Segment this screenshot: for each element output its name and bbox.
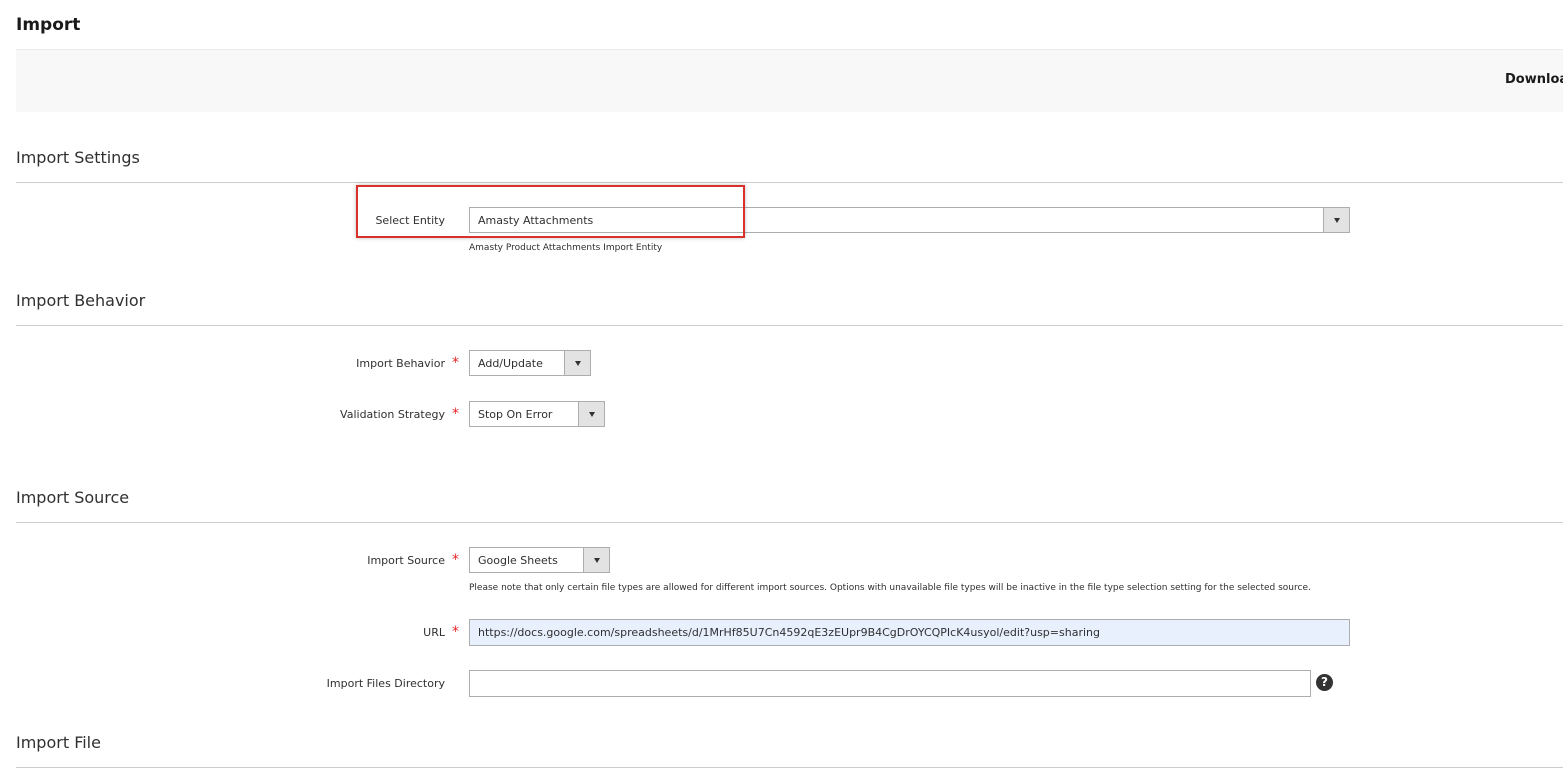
section-divider [16, 767, 1563, 768]
import-source-value: Google Sheets [478, 554, 558, 567]
validation-strategy-dropdown[interactable]: Stop On Error [469, 401, 605, 427]
required-marker: * [452, 355, 459, 371]
page-actions-toolbar: Downloa [16, 49, 1563, 112]
import-behavior-value: Add/Update [478, 357, 543, 370]
validation-strategy-label: Validation Strategy [340, 408, 445, 421]
import-source-label: Import Source [367, 554, 445, 567]
chevron-down-icon[interactable] [1323, 208, 1349, 232]
import-source-dropdown[interactable]: Google Sheets [469, 547, 610, 573]
select-entity-note: Amasty Product Attachments Import Entity [469, 243, 663, 253]
section-title-import-source: Import Source [16, 488, 130, 507]
import-page: Import Downloa Import Settings Select En… [0, 0, 1563, 777]
chevron-down-icon[interactable] [578, 402, 604, 426]
validation-strategy-value: Stop On Error [478, 408, 553, 421]
import-behavior-dropdown[interactable]: Add/Update [469, 350, 591, 376]
import-source-note: Please note that only certain file types… [469, 583, 1311, 593]
question-circle-icon[interactable]: ? [1316, 674, 1333, 691]
section-title-import-file: Import File [16, 733, 101, 752]
chevron-down-icon[interactable] [583, 548, 609, 572]
import-files-directory-input[interactable] [469, 670, 1311, 697]
required-marker: * [452, 624, 459, 640]
import-behavior-label: Import Behavior [356, 357, 445, 370]
section-divider [16, 522, 1563, 523]
import-files-directory-label: Import Files Directory [326, 677, 445, 690]
download-sample-link[interactable]: Downloa [1505, 72, 1563, 87]
required-marker: * [452, 552, 459, 568]
url-input[interactable]: https://docs.google.com/spreadsheets/d/1… [469, 619, 1350, 646]
url-input-value: https://docs.google.com/spreadsheets/d/1… [478, 626, 1100, 639]
highlight-annotation-box [356, 185, 745, 238]
section-divider [16, 182, 1563, 183]
required-marker: * [452, 406, 459, 422]
section-title-import-behavior: Import Behavior [16, 291, 146, 310]
page-title: Import [16, 15, 81, 35]
section-title-import-settings: Import Settings [16, 148, 140, 167]
section-divider [16, 325, 1563, 326]
chevron-down-icon[interactable] [564, 351, 590, 375]
url-label: URL [423, 626, 445, 639]
